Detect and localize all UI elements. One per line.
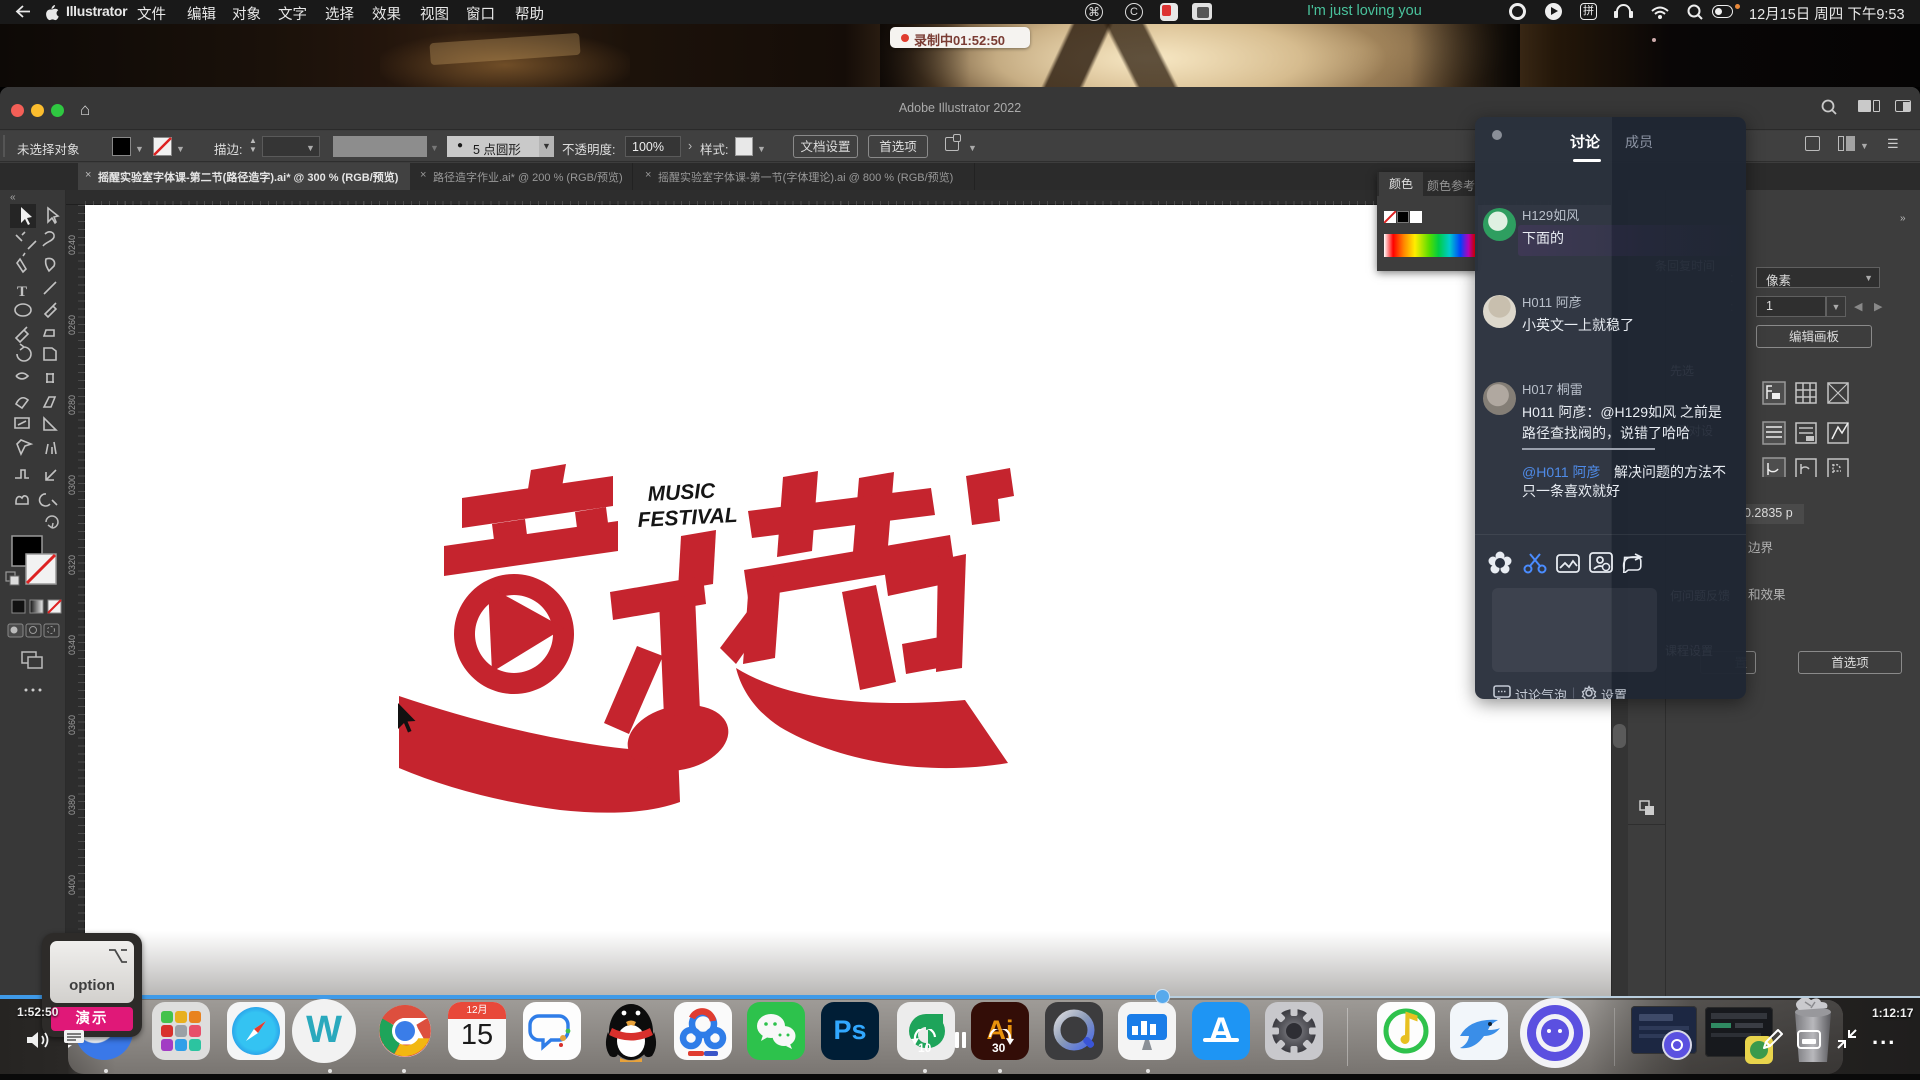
svg-text:MUSIC: MUSIC [647,479,717,506]
svg-text:30: 30 [992,1041,1006,1055]
svg-text:FESTIVAL: FESTIVAL [637,504,738,532]
svg-text:T: T [17,284,27,300]
svg-text:10: 10 [918,1041,932,1055]
